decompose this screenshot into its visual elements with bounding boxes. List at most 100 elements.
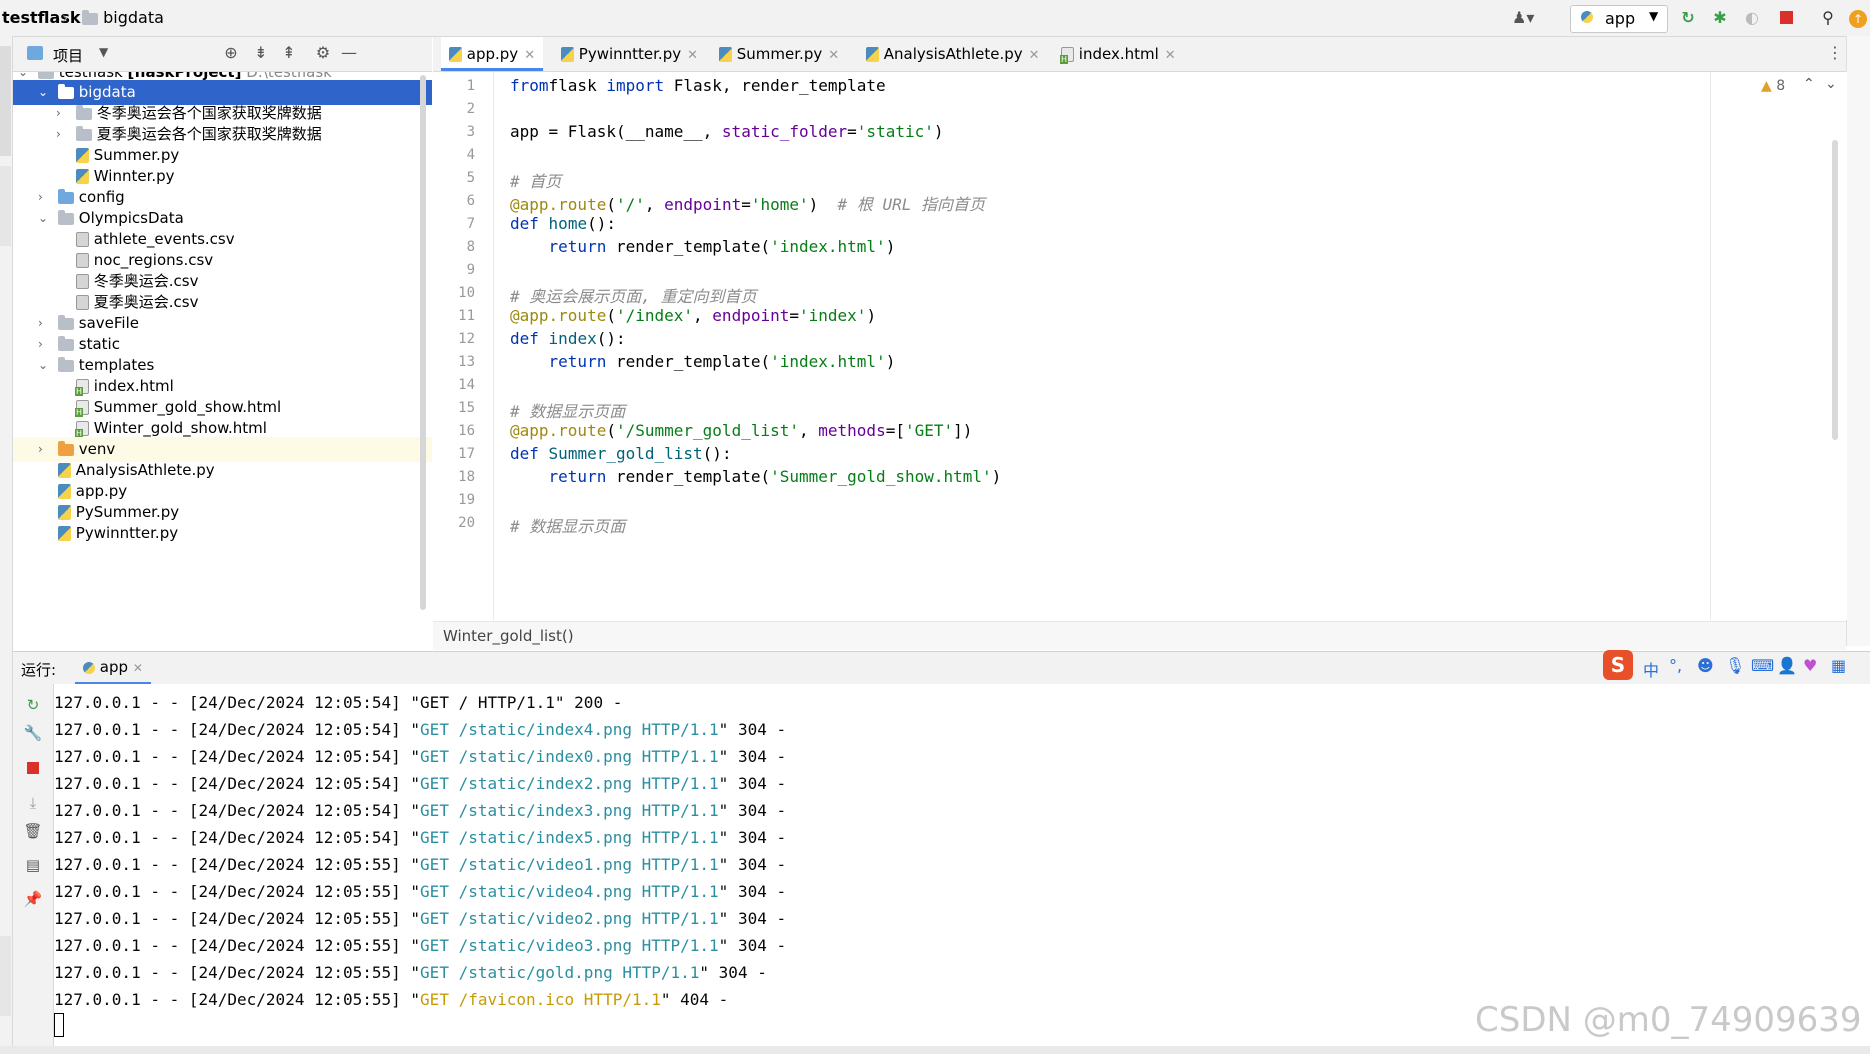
log-request-link[interactable]: GET /static/index2.png HTTP/1.1 (420, 774, 719, 793)
python-file-icon (561, 47, 574, 62)
close-icon[interactable]: ✕ (1029, 48, 1040, 63)
tab-index-html[interactable]: index.html ✕ (1053, 37, 1184, 71)
log-request-link[interactable]: GET /static/index0.png HTTP/1.1 (420, 747, 719, 766)
code-token: (): (587, 214, 616, 233)
editor-scrollbar[interactable] (1832, 140, 1838, 440)
breadcrumb-folder[interactable]: bigdata (82, 8, 164, 27)
chevron-up-icon[interactable]: ⌃ (1803, 76, 1815, 92)
code-token: ) (933, 122, 944, 141)
locate-icon[interactable]: ⊕ (221, 43, 241, 63)
log-status: " 304 - (718, 774, 787, 793)
tree-item-label: Pywinntter.py (75, 524, 179, 542)
sogou-logo-icon[interactable]: S (1603, 650, 1633, 680)
chevron-down-icon[interactable]: ⌄ (1825, 76, 1837, 92)
tree-scrollbar[interactable] (420, 75, 426, 610)
close-icon[interactable]: ✕ (687, 48, 698, 63)
minimize-icon[interactable]: — (339, 43, 359, 63)
line-number: 2 (466, 101, 475, 117)
favorites-tool-window-button[interactable] (0, 936, 11, 1016)
project-panel-title[interactable]: 项目 (53, 45, 83, 66)
log-request-link[interactable]: GET /favicon.ico HTTP/1.1 (420, 990, 661, 1009)
tab-pywinntter-py[interactable]: Pywinntter.py ✕ (553, 37, 706, 71)
log-request-link[interactable]: GET /static/index3.png HTTP/1.1 (420, 801, 719, 820)
code-token: # 数据显示页面 (510, 402, 626, 421)
update-icon[interactable]: ↑ (1848, 8, 1868, 28)
log-request-link[interactable]: GET /static/video2.png HTTP/1.1 (420, 909, 719, 928)
code-token: static_folder (721, 122, 848, 141)
structure-tool-window-button[interactable] (0, 166, 11, 246)
project-name[interactable]: testflask (2, 8, 81, 27)
keyboard-icon[interactable]: ⌨ (1751, 656, 1774, 675)
csv-file-icon (76, 274, 89, 289)
tab-app-py[interactable]: app.py ✕ (441, 37, 544, 71)
skin-icon[interactable]: ♥ (1803, 656, 1817, 675)
tab-summer-py[interactable]: Summer.py ✕ (711, 37, 847, 71)
log-request-link[interactable]: GET /static/video4.png HTTP/1.1 (420, 882, 719, 901)
folder-icon (38, 72, 54, 79)
layout-icon[interactable]: ▤ (23, 856, 43, 876)
wrench-icon[interactable]: 🔧 (23, 724, 43, 744)
project-tool-window-button[interactable] (0, 46, 11, 156)
punctuation-icon[interactable]: °, (1669, 656, 1682, 675)
coverage-icon[interactable]: ◐ (1742, 8, 1762, 28)
tree-item[interactable]: Pywinntter.py (13, 521, 432, 546)
code-token: 'GET' (904, 421, 954, 440)
breadcrumb-function[interactable]: Winter_gold_list() (443, 627, 574, 645)
editor-inspection-gutter: ▲ 8 ⌃ ⌄ (1710, 72, 1847, 620)
user-icon[interactable]: 👤 (1777, 656, 1797, 675)
gear-icon[interactable]: ⚙ (313, 43, 333, 63)
search-icon[interactable]: ⚲ (1818, 8, 1838, 28)
run-console[interactable]: 127.0.0.1 - - [24/Dec/2024 12:05:54] "GE… (54, 684, 1870, 1046)
warning-indicator[interactable]: ▲ 8 (1761, 78, 1785, 94)
code-token: # 首页 (510, 172, 562, 191)
code-token: ) (808, 195, 838, 214)
code-token: home (548, 214, 588, 233)
csv-file-icon (76, 232, 89, 247)
tree-item-label: config (78, 188, 125, 206)
log-request-link[interactable]: GET /static/index4.png HTTP/1.1 (420, 720, 719, 739)
grid-icon[interactable]: ▦ (1831, 656, 1846, 675)
stop-icon[interactable] (23, 760, 43, 780)
code-editor[interactable]: fromflask import Flask, render_template a… (500, 72, 1710, 620)
console-cursor (54, 1013, 64, 1037)
line-number: 18 (458, 469, 475, 485)
expand-all-icon[interactable]: ⇟ (251, 43, 271, 63)
emoji-icon[interactable]: ☻ (1697, 656, 1714, 675)
code-token: ) (885, 237, 896, 256)
rerun-icon[interactable]: ↻ (1678, 8, 1698, 28)
ime-toolbar: S 中 °, ☻ 🎙 ⌨ 👤 ♥ ▦ (1603, 650, 1870, 682)
debug-icon[interactable]: ✱ (1710, 8, 1730, 28)
microphone-icon[interactable]: 🎙 (1725, 656, 1745, 675)
log-request-link[interactable]: GET /static/video3.png HTTP/1.1 (420, 936, 719, 955)
run-config-select[interactable]: app ▼ (1570, 5, 1668, 33)
collapse-all-icon[interactable]: ⇞ (279, 43, 299, 63)
pin-icon[interactable]: 📌 (23, 890, 43, 910)
close-icon[interactable]: ✕ (524, 48, 535, 63)
chevron-down-icon[interactable]: ▼ (99, 45, 108, 59)
tab-analysisathlete-py[interactable]: AnalysisAthlete.py ✕ (858, 37, 1048, 71)
tree-item-label: index.html (93, 377, 174, 395)
close-icon[interactable]: ✕ (1165, 48, 1176, 63)
run-tab-app[interactable]: app ✕ (75, 652, 151, 685)
breadcrumb-separator: › (62, 8, 69, 27)
stop-icon[interactable] (1776, 8, 1796, 28)
code-token: 'home' (750, 195, 809, 214)
more-tabs-icon[interactable]: ⋮ (1827, 43, 1843, 62)
code-token: index (548, 329, 597, 348)
ime-lang-toggle[interactable]: 中 (1643, 657, 1659, 681)
log-request-link[interactable]: GET /static/video1.png HTTP/1.1 (420, 855, 719, 874)
close-icon[interactable]: ✕ (828, 48, 839, 63)
log-line: 127.0.0.1 - - [24/Dec/2024 12:05:54] "GE… (54, 720, 786, 739)
tree-item-label: 冬季奥运会各个国家获取奖牌数据 (96, 104, 322, 122)
log-request-link[interactable]: GET /static/index5.png HTTP/1.1 (420, 828, 719, 847)
user-icon[interactable]: ♟▾ (1512, 8, 1534, 28)
rerun-icon[interactable]: ↻ (23, 696, 43, 716)
code-token: ) (885, 352, 896, 371)
trash-icon[interactable]: 🗑 (23, 822, 43, 842)
log-request-link[interactable]: GET /static/gold.png HTTP/1.1 (420, 963, 699, 982)
log-line: 127.0.0.1 - - [24/Dec/2024 12:05:54] "GE… (54, 828, 786, 847)
scroll-to-end-icon[interactable]: ⤓ (23, 794, 43, 814)
tree-item-label: PySummer.py (75, 503, 180, 521)
close-icon[interactable]: ✕ (133, 661, 143, 675)
